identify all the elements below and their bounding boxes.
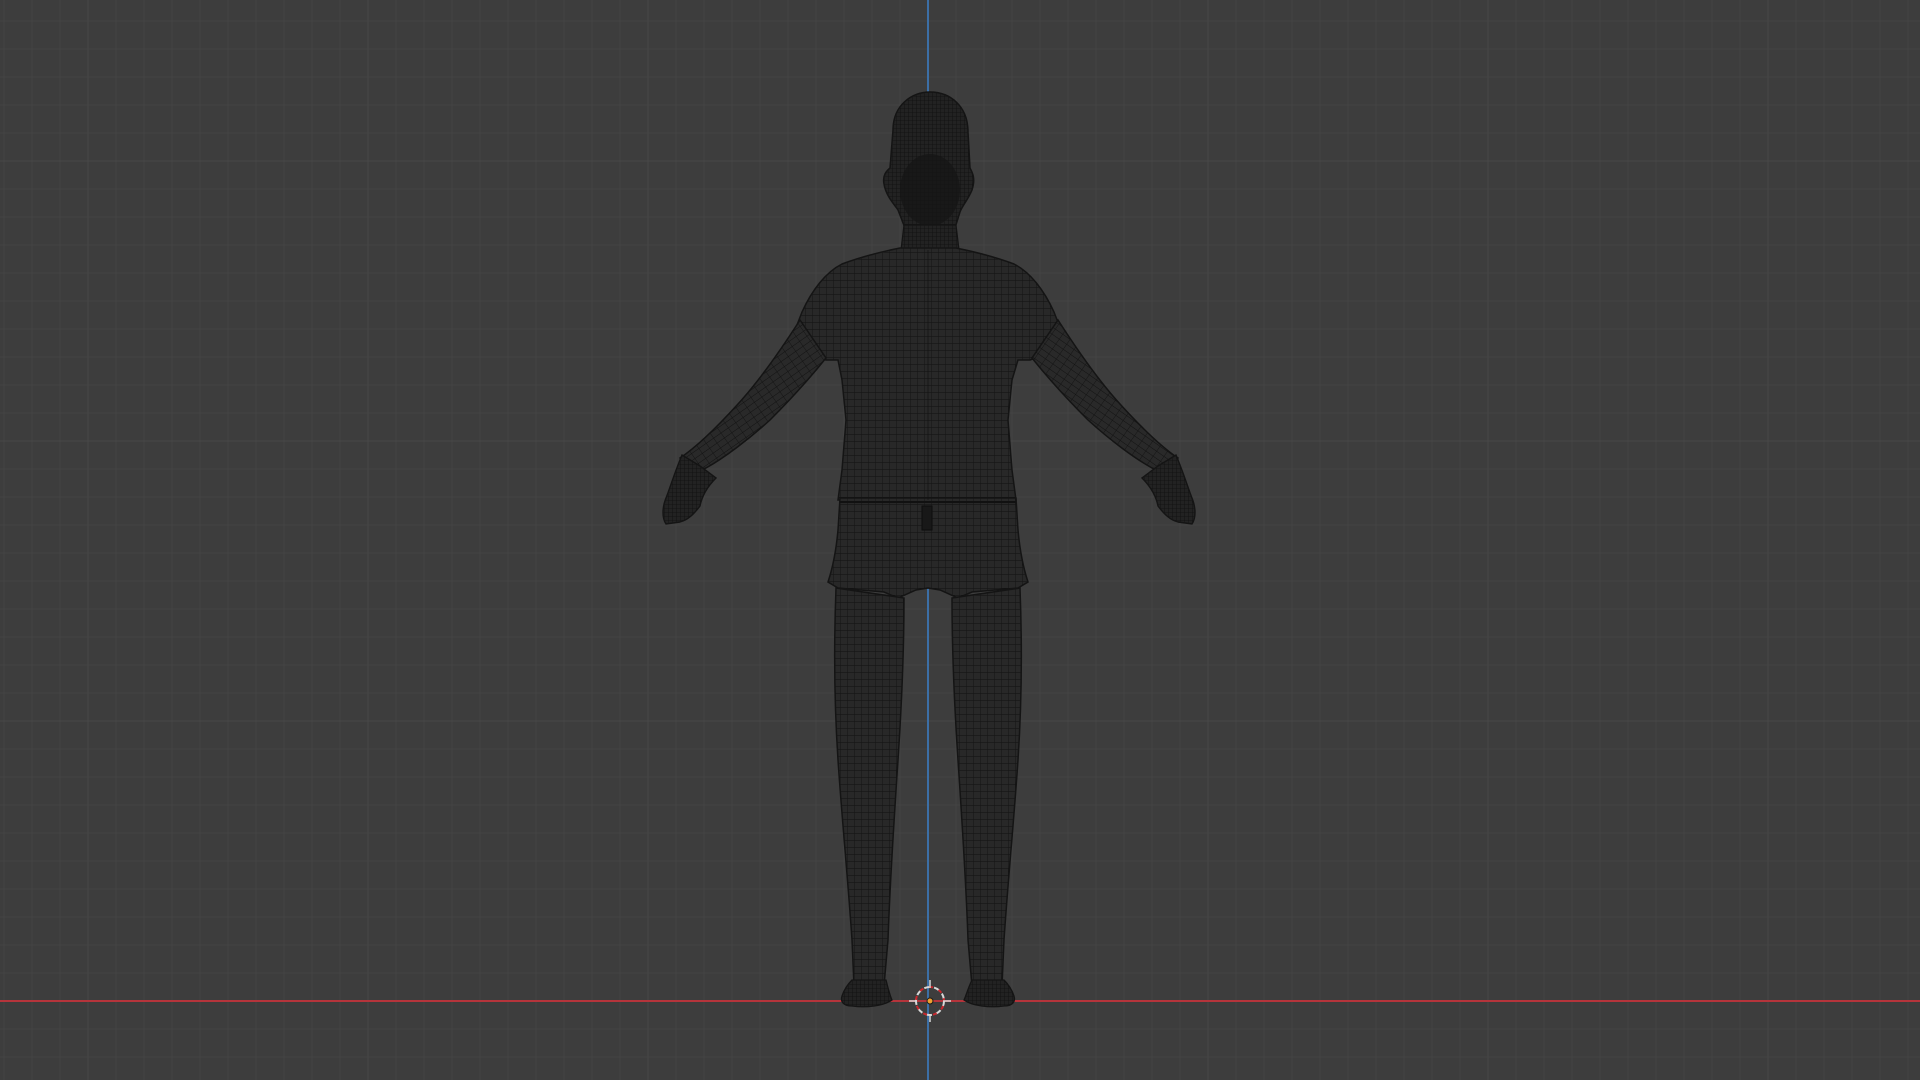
mesh-foot-right bbox=[963, 979, 1016, 1008]
mesh-foot-left bbox=[840, 979, 893, 1008]
mesh-leg-left bbox=[833, 587, 905, 987]
3d-viewport[interactable] bbox=[0, 0, 1920, 1080]
viewport-canvas[interactable] bbox=[0, 0, 1920, 1080]
mesh-arm-right bbox=[1031, 318, 1180, 473]
mesh-arm-left bbox=[678, 318, 827, 473]
object-origin-icon bbox=[926, 997, 934, 1005]
mesh-leg-right bbox=[951, 587, 1023, 987]
